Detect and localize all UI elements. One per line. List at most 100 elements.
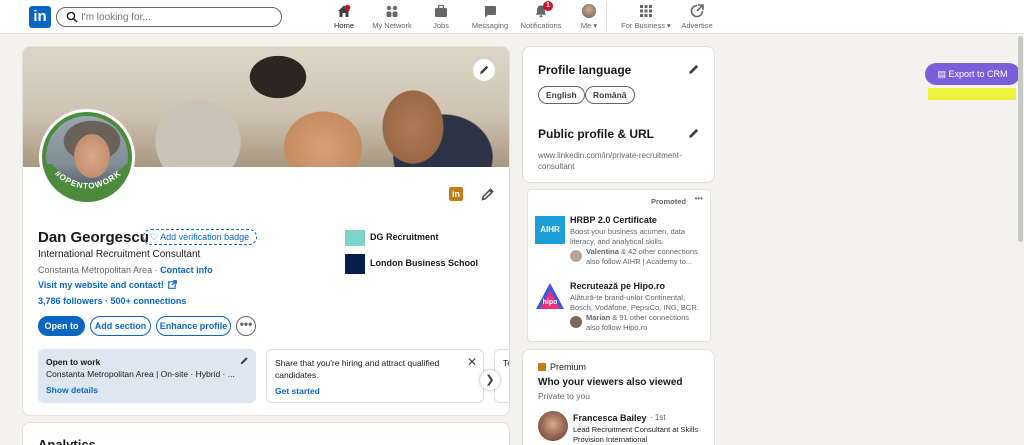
hiring-text-bold: Share that you're hiring (275, 358, 363, 368)
promo-desc-2: Bosch, Vodafone, PepsiCo, ING, BCR. (570, 303, 699, 312)
briefcase-icon (435, 4, 447, 17)
add-section-button[interactable]: Add section (90, 316, 151, 336)
hipo-logo-text: hipo (543, 299, 558, 306)
promo-follower-1: Marian & 91 other connections (586, 313, 689, 322)
scrollbar[interactable] (1018, 36, 1023, 242)
nav-notifications[interactable]: 1 Notifications (519, 1, 563, 32)
contact-info-link[interactable]: Contact info (160, 265, 213, 275)
bell-icon-wrap: 1 (534, 1, 553, 18)
export-to-crm-button[interactable]: ▤ Export to CRM (925, 63, 1020, 85)
connection-avatar (570, 250, 582, 262)
clipboard-icon: ▤ (937, 69, 946, 79)
profile-headline: International Recruitment Consultant (38, 249, 201, 260)
promo-follower-1: Valentina & 42 other connections (586, 247, 698, 256)
partial-card-text: Te (503, 358, 509, 368)
get-started-link[interactable]: Get started (275, 386, 320, 396)
open-to-work-title: Open to work (46, 357, 101, 367)
aihr-logo: AIHR (535, 216, 565, 244)
export-to-crm-label: Export to CRM (948, 69, 1008, 79)
nav-jobs[interactable]: Jobs (429, 2, 453, 32)
promo-desc-1: Alătură-te brand-urilor Continental, (570, 293, 686, 302)
edit-open-to-work-icon[interactable] (239, 355, 250, 366)
open-to-button[interactable]: Open to (38, 316, 85, 336)
linkedin-logo[interactable]: in (29, 6, 51, 28)
org-education-name: London Business School (370, 258, 479, 268)
enhance-profile-button[interactable]: Enhance profile (156, 316, 231, 336)
carousel-next-button[interactable]: ❯ (480, 370, 500, 390)
language-english[interactable]: English (538, 86, 585, 104)
public-profile-url[interactable]: www.linkedin.com/in/private-recruitment-… (538, 150, 682, 172)
followers-link[interactable]: 3,786 followers (38, 296, 103, 306)
promoted-label: Promoted (650, 197, 686, 206)
nav-divider (606, 2, 607, 32)
edit-url-icon[interactable] (687, 126, 701, 140)
network-icon (386, 5, 398, 17)
nav-me[interactable]: Me ▾ (578, 2, 600, 32)
viewers-subtitle: Private to you (538, 391, 590, 401)
more-actions-button[interactable]: ••• (236, 316, 256, 336)
search-input[interactable] (81, 10, 271, 24)
profile-photo[interactable]: #OPENTOWORK (39, 109, 135, 205)
advertise-icon (690, 4, 704, 18)
profile-language-title: Profile language (538, 63, 632, 77)
profile-location: Constanta Metropolitan Area (38, 265, 153, 275)
nav-home[interactable]: Home (330, 2, 358, 32)
nav-advertise-label: Advertise (681, 21, 713, 30)
promoted-more-icon[interactable]: ••• (695, 194, 703, 203)
hipo-logo: hipo (536, 283, 564, 309)
website-link-label: Visit my website and contact! (38, 280, 164, 290)
chat-icon (484, 6, 496, 18)
profile-settings-card: Profile language English Română Public p… (522, 46, 715, 183)
viewer-headline-1: Lead Recruitment Consultant at Skills (573, 425, 699, 434)
premium-icon (538, 363, 546, 371)
highlight-marker (928, 88, 1016, 100)
network-stats: 3,786 followers · 500+ connections (38, 296, 186, 306)
nav-messaging[interactable]: Messaging (470, 2, 510, 32)
promoted-card: Promoted ••• AIHR HRBP 2.0 Certificate B… (527, 189, 711, 342)
hiring-text: Share that you're hiring and attract qua… (275, 358, 439, 368)
linkedin-badge-icon[interactable]: in (449, 187, 463, 201)
verified-shield-icon: ♡ (150, 232, 159, 242)
analytics-card: Analytics (22, 422, 510, 445)
language-romana[interactable]: Română (585, 86, 635, 104)
hiring-text-rest: and attract qualified (362, 358, 440, 368)
connections-link[interactable]: 500+ connections (111, 296, 187, 306)
public-profile-title: Public profile & URL (538, 127, 655, 141)
premium-label: Premium (550, 362, 587, 372)
notification-badge: 1 (543, 1, 553, 11)
nav-for-business-label: For Business ▾ (621, 21, 671, 30)
promo-desc-1: Boost your business acumen, data (570, 227, 686, 236)
viewer-name: Francesca Bailey (573, 413, 647, 423)
analytics-title: Analytics (38, 437, 96, 445)
connection-avatar (570, 316, 582, 328)
external-link-icon (168, 280, 178, 289)
viewer-headline-2: Provision International (573, 435, 648, 444)
profile-card: #OPENTOWORK in Dan Georgescu ♡ Add verif… (22, 46, 510, 416)
add-verification-badge-button[interactable]: ♡ Add verification badge (143, 229, 258, 245)
show-details-link[interactable]: Show details (46, 385, 98, 395)
nav-home-label: Home (333, 21, 354, 30)
nav-me-label: Me ▾ (580, 21, 598, 30)
nav-advertise[interactable]: Advertise (680, 2, 714, 32)
nav-notifications-label: Notifications (520, 21, 562, 30)
nav-my-network[interactable]: My Network (370, 2, 414, 32)
profile-name: Dan Georgescu (38, 229, 149, 246)
nav-messaging-label: Messaging (471, 21, 509, 30)
top-navigation: in Home My Network Jobs Messaging 1 Noti… (0, 0, 1024, 34)
banner-edit-button[interactable] (473, 59, 495, 81)
close-icon[interactable]: ✕ (467, 355, 477, 369)
website-link[interactable]: Visit my website and contact! (38, 280, 178, 290)
edit-intro-icon[interactable] (480, 186, 496, 202)
promo-title: HRBP 2.0 Certificate (570, 215, 657, 225)
nav-my-network-label: My Network (372, 21, 412, 30)
nav-for-business[interactable]: For Business ▾ (618, 2, 674, 32)
url-line1: www.linkedin.com/in/private-recruitment- (538, 151, 682, 160)
search-bar[interactable] (56, 7, 282, 27)
hiring-text-line2: candidates. (275, 370, 319, 380)
grid-icon (640, 5, 652, 17)
search-icon (66, 11, 78, 23)
hiring-card: Share that you're hiring and attract qua… (266, 349, 484, 403)
edit-language-icon[interactable] (687, 62, 701, 76)
nav-jobs-label: Jobs (433, 21, 449, 30)
pencil-icon (480, 65, 489, 74)
